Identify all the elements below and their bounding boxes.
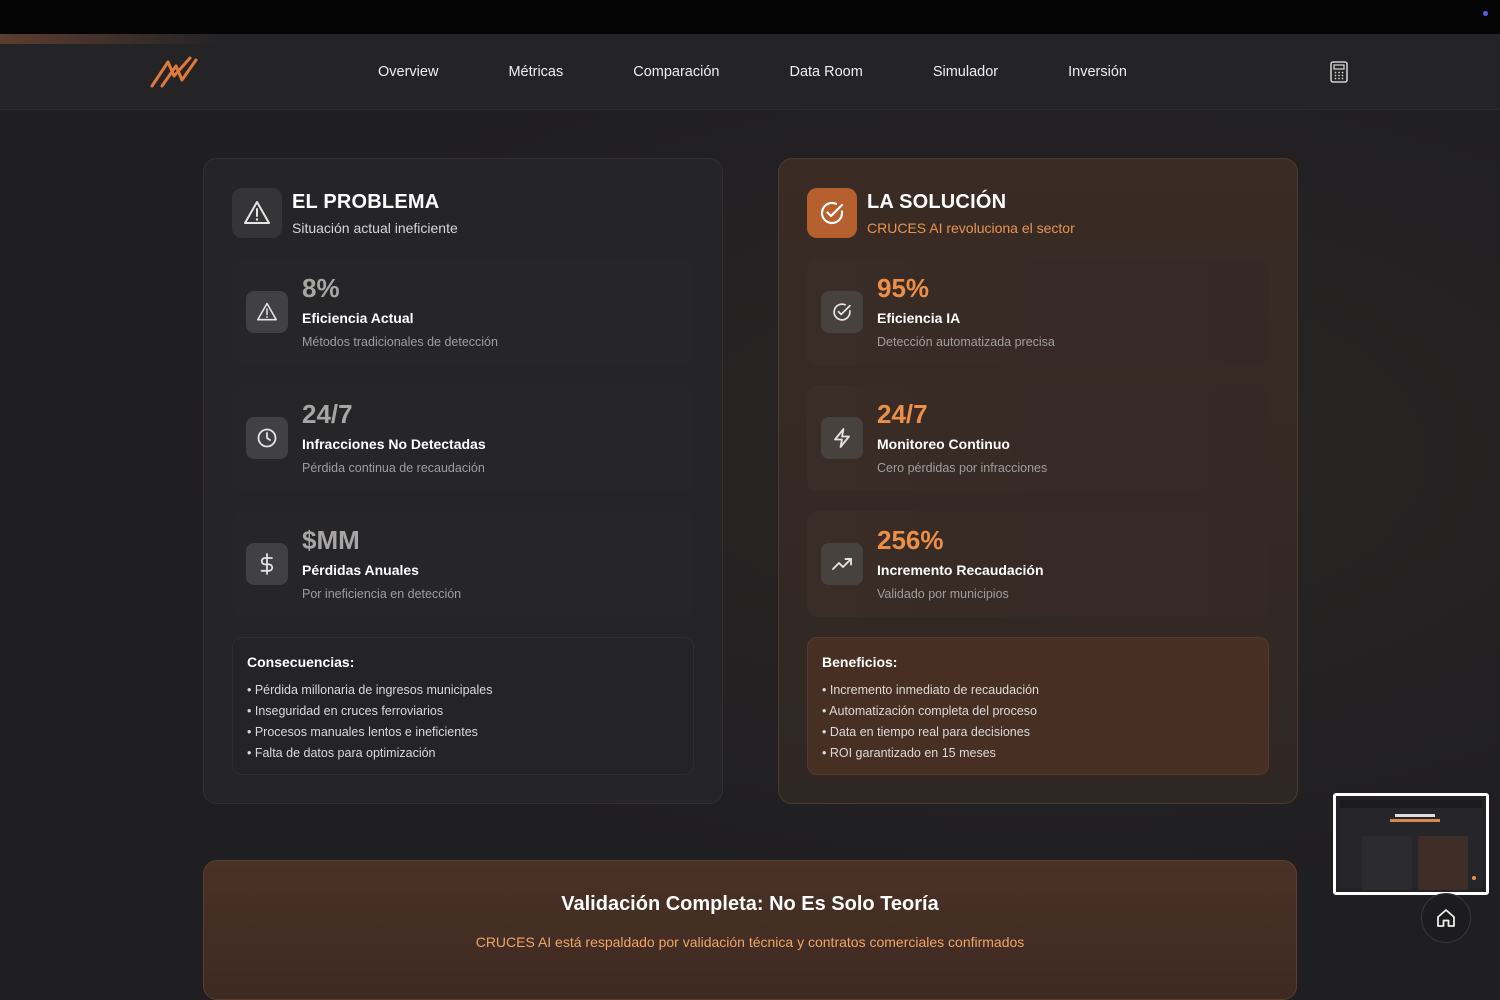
list-item: • Automatización completa del proceso <box>822 704 1037 718</box>
problem-card: EL PROBLEMA Situación actual ineficiente… <box>203 158 723 804</box>
metric-value: 24/7 <box>877 399 928 429</box>
home-button[interactable] <box>1421 893 1471 943</box>
problem-metric: 8% Eficiencia Actual Métodos tradicional… <box>232 259 694 365</box>
trending-up-icon <box>821 543 863 585</box>
calculator-icon[interactable] <box>1328 60 1350 84</box>
nav-metricas[interactable]: Métricas <box>508 64 563 80</box>
metric-title: Eficiencia Actual <box>302 310 414 326</box>
nav-overview[interactable]: Overview <box>378 64 438 80</box>
problem-title: EL PROBLEMA <box>292 190 440 213</box>
list-item: • Inseguridad en cruces ferroviarios <box>247 704 444 718</box>
validation-section: Validación Completa: No Es Solo Teoría C… <box>203 860 1297 1000</box>
home-icon <box>1437 909 1455 927</box>
validation-title: Validación Completa: No Es Solo Teoría <box>561 893 939 915</box>
metric-description: Validado por municipios <box>877 587 1009 601</box>
nav-simulador[interactable]: Simulador <box>933 64 998 80</box>
solution-metric: 95% Eficiencia IA Detección automatizada… <box>807 259 1269 365</box>
list-item: • Pérdida millonaria de ingresos municip… <box>247 683 493 697</box>
check-circle-icon <box>821 291 863 333</box>
metric-value: 256% <box>877 525 944 555</box>
solution-title: LA SOLUCIÓN <box>867 190 1007 213</box>
metric-title: Incremento Recaudación <box>877 562 1044 578</box>
validation-subtitle: CRUCES AI está respaldado por validación… <box>475 934 1025 950</box>
list-item: • Procesos manuales lentos e ineficiente… <box>247 725 478 739</box>
solution-card: LA SOLUCIÓN CRUCES AI revoluciona el sec… <box>778 158 1298 804</box>
nav-links: Overview Métricas Comparación Data Room … <box>343 34 1162 110</box>
solution-header: LA SOLUCIÓN CRUCES AI revoluciona el sec… <box>807 187 1269 239</box>
clock-icon <box>246 417 288 459</box>
logo-icon[interactable] <box>150 56 198 90</box>
metric-description: Por ineficiencia en detección <box>302 587 462 601</box>
top-navigation: Overview Métricas Comparación Data Room … <box>0 34 1500 110</box>
problem-metric: $MM Pérdidas Anuales Por ineficiencia en… <box>232 511 694 617</box>
metric-title: Eficiencia IA <box>877 310 961 326</box>
check-circle-icon <box>807 188 857 238</box>
solution-subtitle: CRUCES AI revoluciona el sector <box>867 219 1075 236</box>
dollar-icon <box>246 543 288 585</box>
metric-value: 8% <box>302 273 340 303</box>
list-item: • ROI garantizado en 15 meses <box>822 746 996 760</box>
metric-title: Infracciones No Detectadas <box>302 436 486 452</box>
metric-value: 95% <box>877 273 930 303</box>
metric-value: 24/7 <box>302 399 353 429</box>
problem-subtitle: Situación actual ineficiente <box>292 219 458 236</box>
warning-icon <box>246 291 288 333</box>
status-dot <box>1483 11 1488 16</box>
benefits-title: Beneficios: <box>822 654 898 670</box>
page-preview-thumbnail[interactable] <box>1333 793 1489 895</box>
list-item: • Data en tiempo real para decisiones <box>822 725 1030 739</box>
metric-title: Monitoreo Continuo <box>877 436 1010 452</box>
nav-inversion[interactable]: Inversión <box>1068 64 1127 80</box>
metric-description: Métodos tradicionales de detección <box>302 335 498 349</box>
main-content: EL PROBLEMA Situación actual ineficiente… <box>0 110 1500 1000</box>
list-item: • Falta de datos para optimización <box>247 746 436 760</box>
consequences-title: Consecuencias: <box>247 654 355 670</box>
browser-top-bar <box>0 0 1500 34</box>
problem-metric: 24/7 Infracciones No Detectadas Pérdida … <box>232 385 694 491</box>
metric-description: Pérdida continua de recaudación <box>302 461 485 475</box>
metric-description: Detección automatizada precisa <box>877 335 1055 349</box>
nav-data-room[interactable]: Data Room <box>789 64 862 80</box>
solution-metric: 24/7 Monitoreo Continuo Cero pérdidas po… <box>807 385 1269 491</box>
lightning-icon <box>821 417 863 459</box>
list-item: • Incremento inmediato de recaudación <box>822 683 1040 697</box>
nav-comparacion[interactable]: Comparación <box>633 64 719 80</box>
benefits-box: Beneficios: • Incremento inmediato de re… <box>807 637 1269 775</box>
warning-icon <box>232 188 282 238</box>
metric-value: $MM <box>302 525 360 555</box>
solution-metric: 256% Incremento Recaudación Validado por… <box>807 511 1269 617</box>
metric-description: Cero pérdidas por infracciones <box>877 461 1048 475</box>
metric-title: Pérdidas Anuales <box>302 562 419 578</box>
problem-header: EL PROBLEMA Situación actual ineficiente <box>232 187 694 239</box>
consequences-box: Consecuencias: • Pérdida millonaria de i… <box>232 637 694 775</box>
